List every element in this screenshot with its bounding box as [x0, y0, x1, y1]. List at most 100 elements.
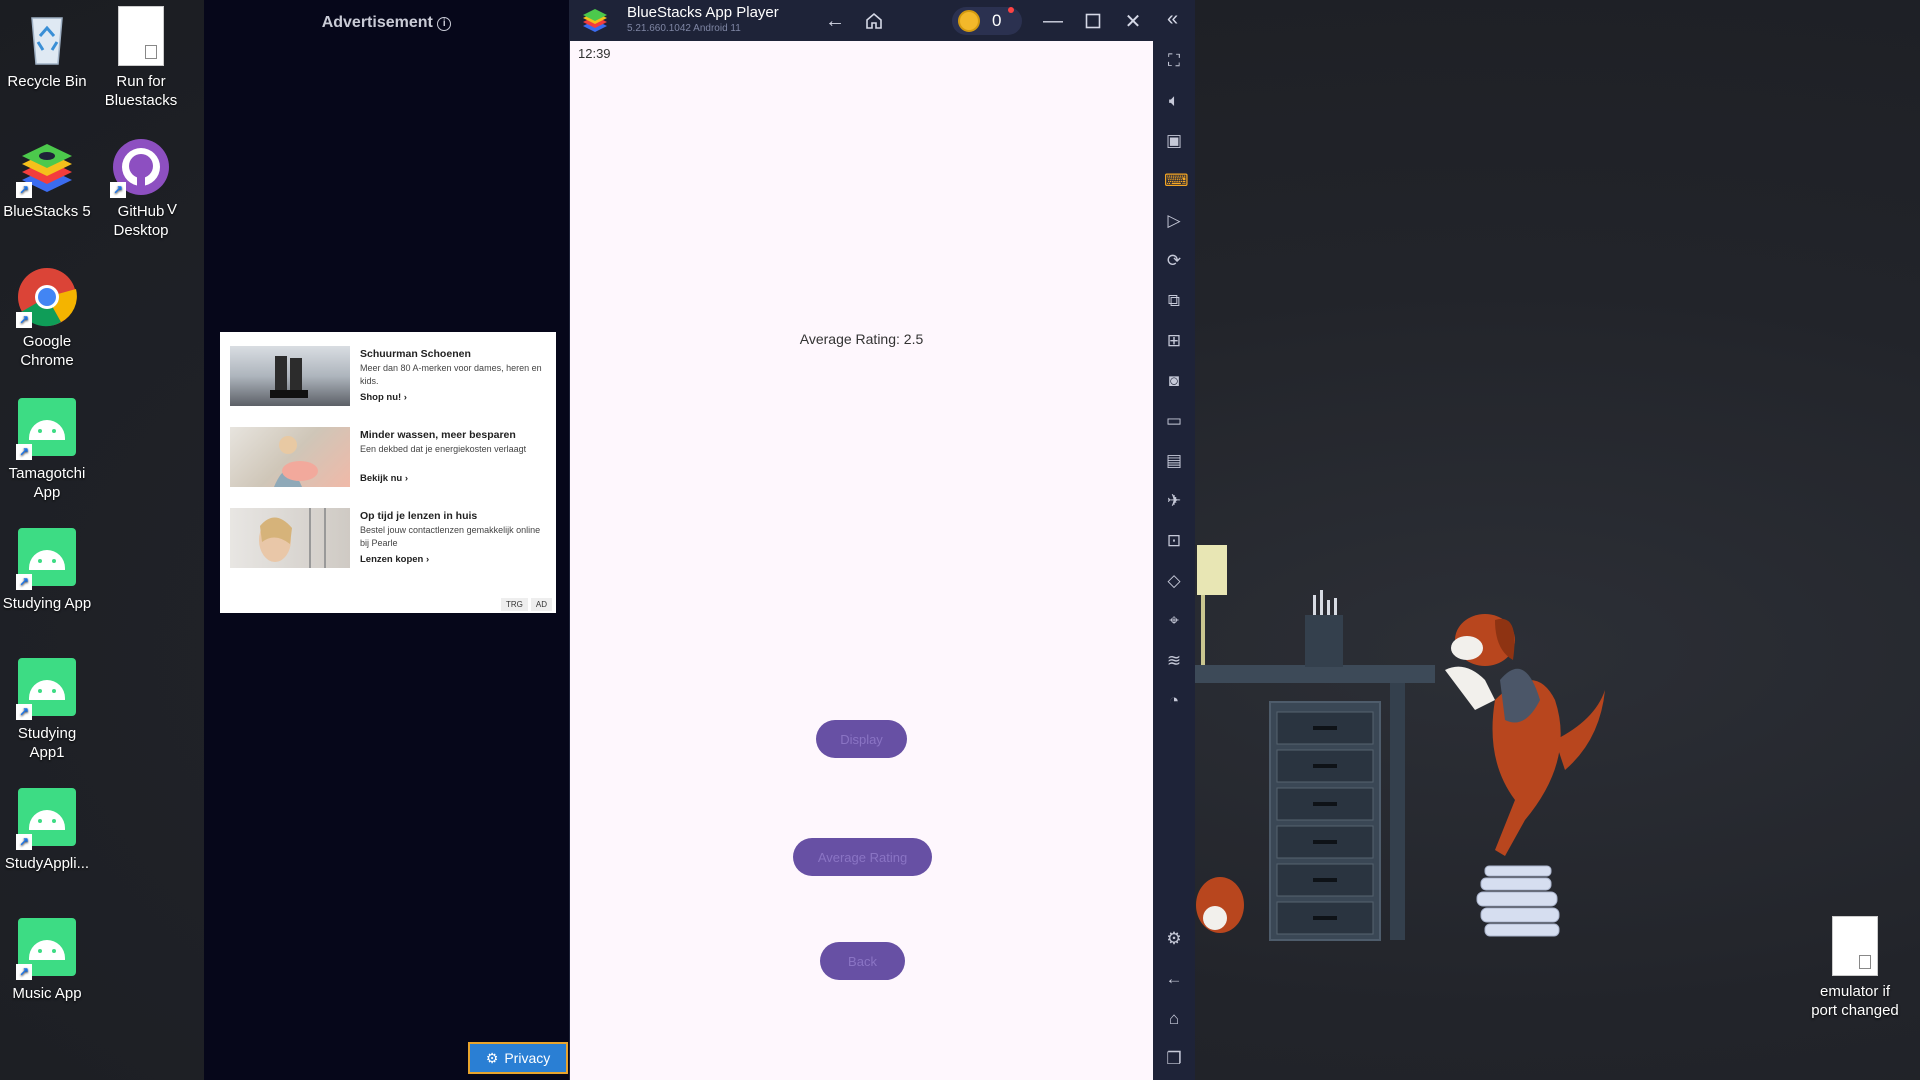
- android-screen[interactable]: 12:39 Average Rating: 2.5 Display Averag…: [570, 41, 1153, 1080]
- ad-cta-link[interactable]: Bekijk nu ›: [360, 473, 550, 484]
- android-icon: ↗: [16, 788, 78, 850]
- average-rating-button[interactable]: Average Rating: [793, 838, 932, 876]
- multi-instance-icon[interactable]: ⧉: [1164, 291, 1184, 311]
- window-title: BlueStacks App Player: [627, 4, 779, 21]
- desktop-icon-run-for-bluestacks[interactable]: Run for Bluestacks: [94, 6, 188, 110]
- bluestacks-logo-icon: [581, 8, 609, 34]
- coin-counter[interactable]: 0: [952, 7, 1022, 35]
- record-icon[interactable]: ▭: [1164, 411, 1184, 431]
- ad-description: Een dekbed dat je energiekosten verlaagt: [360, 444, 527, 454]
- bluestacks-window: BlueStacks App Player 5.21.660.1042 Andr…: [569, 0, 1195, 1080]
- back-arrow-icon[interactable]: ←: [821, 8, 849, 34]
- ad-thumbnail-lenses: [230, 508, 350, 568]
- desktop-icon-recycle-bin[interactable]: Recycle Bin: [0, 6, 94, 91]
- desktop-icon-label: Google Chrome: [20, 333, 74, 369]
- volume-icon[interactable]: 🔈︎: [1164, 91, 1184, 111]
- ad-badges: TRG AD: [500, 598, 552, 611]
- media-folder-icon[interactable]: ▤: [1164, 451, 1184, 471]
- keyboard-icon[interactable]: ⌨: [1164, 171, 1189, 191]
- eco-mode-icon[interactable]: ◇: [1164, 571, 1184, 591]
- home-icon[interactable]: [860, 8, 888, 34]
- desktop-icon-music-app[interactable]: ↗ Music App: [0, 916, 94, 1003]
- desktop-icon-bluestacks[interactable]: ↗ BlueStacks 5: [0, 136, 94, 221]
- average-rating-text: Average Rating: 2.5: [799, 331, 924, 347]
- ad-title: Minder wassen, meer besparen: [360, 429, 516, 441]
- ad-badge-trg[interactable]: TRG: [500, 598, 528, 611]
- desktop-icon-studying-app1[interactable]: ↗ Studying App1: [0, 656, 94, 762]
- ad-description: Bestel jouw contactlenzen gemakkelijk on…: [360, 525, 541, 548]
- privacy-button[interactable]: ⚙ Privacy: [468, 1042, 568, 1074]
- desktop-icon-label: BlueStacks 5: [3, 203, 91, 220]
- collapse-sidebar-icon[interactable]: «: [1167, 8, 1178, 31]
- desktop-icon-label: Tamagotchi App: [8, 465, 86, 501]
- ad-description: Meer dan 80 A-merken voor dames, heren e…: [360, 363, 542, 386]
- desktop-icon-label: StudyAppli...: [4, 855, 90, 872]
- desktop-icon-label: Studying App1: [17, 725, 77, 761]
- resize-icon[interactable]: ⊡: [1164, 531, 1184, 551]
- wallpaper-illustration: [1195, 0, 1920, 1080]
- ad-cta-link[interactable]: Lenzen kopen ›: [360, 554, 550, 565]
- recent-apps-icon[interactable]: ❐: [1164, 1049, 1184, 1069]
- screenshot-icon[interactable]: ◙: [1164, 371, 1184, 391]
- pointer-icon[interactable]: ▣: [1164, 131, 1184, 151]
- privacy-button-label: Privacy: [504, 1050, 551, 1066]
- desktop-icon-partial[interactable]: V: [162, 200, 182, 219]
- display-button[interactable]: Display: [816, 720, 907, 758]
- macro-play-icon[interactable]: ▷: [1164, 211, 1184, 231]
- desktop-icon-tamagotchi-app[interactable]: ↗ Tamagotchi App: [0, 396, 94, 502]
- settings-icon[interactable]: ⚙: [1164, 929, 1184, 949]
- ad-header: Advertisement i: [204, 14, 569, 32]
- fullscreen-icon[interactable]: ⛶: [1164, 51, 1184, 71]
- android-icon: ↗: [16, 398, 78, 460]
- back-button[interactable]: Back: [820, 942, 905, 980]
- bluestacks-icon: ↗: [16, 136, 78, 198]
- github-icon: ↗: [110, 136, 172, 198]
- rotate-icon[interactable]: ⟳: [1164, 251, 1184, 271]
- recycle-bin-icon: [16, 6, 78, 68]
- ad-cta-link[interactable]: Shop nu! ›: [360, 392, 550, 403]
- ad-item[interactable]: Schuurman Schoenen Meer dan 80 A-merken …: [230, 346, 550, 416]
- minimize-icon[interactable]: —: [1039, 8, 1067, 34]
- desktop-icon-label: V: [166, 201, 177, 218]
- desktop-icon-label: Recycle Bin: [7, 73, 87, 90]
- ad-item[interactable]: Minder wassen, meer besparen Een dekbed …: [230, 427, 550, 497]
- bluestacks-sidebar: ⛶ 🔈︎ ▣ ⌨ ▷ ⟳ ⧉ ⊞ ◙ ▭ ▤ ✈ ⊡ ◇ ⌖ ≋ ◔ ⚙ ← ⌂…: [1154, 41, 1195, 1080]
- close-icon[interactable]: ✕: [1119, 8, 1147, 34]
- coin-icon: [958, 10, 980, 32]
- ad-thumbnail-duvet: [230, 427, 350, 487]
- android-icon: ↗: [16, 528, 78, 590]
- desktop-icon-github-desktop[interactable]: ↗ GitHub Desktop: [94, 136, 188, 240]
- ad-item[interactable]: Op tijd je lenzen in huis Bestel jouw co…: [230, 508, 550, 578]
- performance-icon[interactable]: ◔: [1164, 691, 1184, 711]
- desktop-icon-label: Run for Bluestacks: [104, 73, 178, 109]
- window-version: 5.21.660.1042 Android 11: [627, 23, 741, 34]
- desktop-icon-label: Studying App: [2, 595, 92, 612]
- airplane-icon[interactable]: ✈: [1164, 491, 1184, 511]
- coin-count: 0: [992, 11, 1002, 30]
- status-bar-time: 12:39: [578, 46, 611, 61]
- location-icon[interactable]: ⌖: [1164, 611, 1184, 631]
- ad-title: Schuurman Schoenen: [360, 348, 471, 360]
- desktop-icon-studying-app[interactable]: ↗ Studying App: [0, 526, 94, 613]
- desktop-icon-label: Music App: [12, 985, 82, 1002]
- notification-dot: [1008, 7, 1014, 13]
- desktop-icon-google-chrome[interactable]: ↗ Google Chrome: [0, 266, 94, 370]
- bluestacks-titlebar[interactable]: BlueStacks App Player 5.21.660.1042 Andr…: [569, 0, 1195, 41]
- ad-panel: Advertisement i Schuurman Schoenen Meer …: [204, 0, 569, 1080]
- maximize-icon[interactable]: [1079, 8, 1107, 34]
- desktop-icon-studyappli[interactable]: ↗ StudyAppli...: [0, 786, 94, 873]
- layers-icon[interactable]: ≋: [1164, 651, 1184, 671]
- ad-badge-ad[interactable]: AD: [530, 598, 552, 611]
- back-icon[interactable]: ←: [1164, 969, 1184, 989]
- file-icon: [110, 6, 172, 68]
- ad-title: Op tijd je lenzen in huis: [360, 510, 478, 522]
- info-icon[interactable]: i: [437, 17, 452, 31]
- ad-header-label: Advertisement: [321, 14, 433, 31]
- android-icon: ↗: [16, 658, 78, 720]
- ad-thumbnail-shoes: [230, 346, 350, 406]
- android-icon: ↗: [16, 918, 78, 980]
- apk-install-icon[interactable]: ⊞: [1164, 331, 1184, 351]
- home-icon[interactable]: ⌂: [1164, 1009, 1184, 1029]
- ad-card[interactable]: Schuurman Schoenen Meer dan 80 A-merken …: [220, 332, 556, 613]
- chrome-icon: ↗: [16, 266, 78, 328]
